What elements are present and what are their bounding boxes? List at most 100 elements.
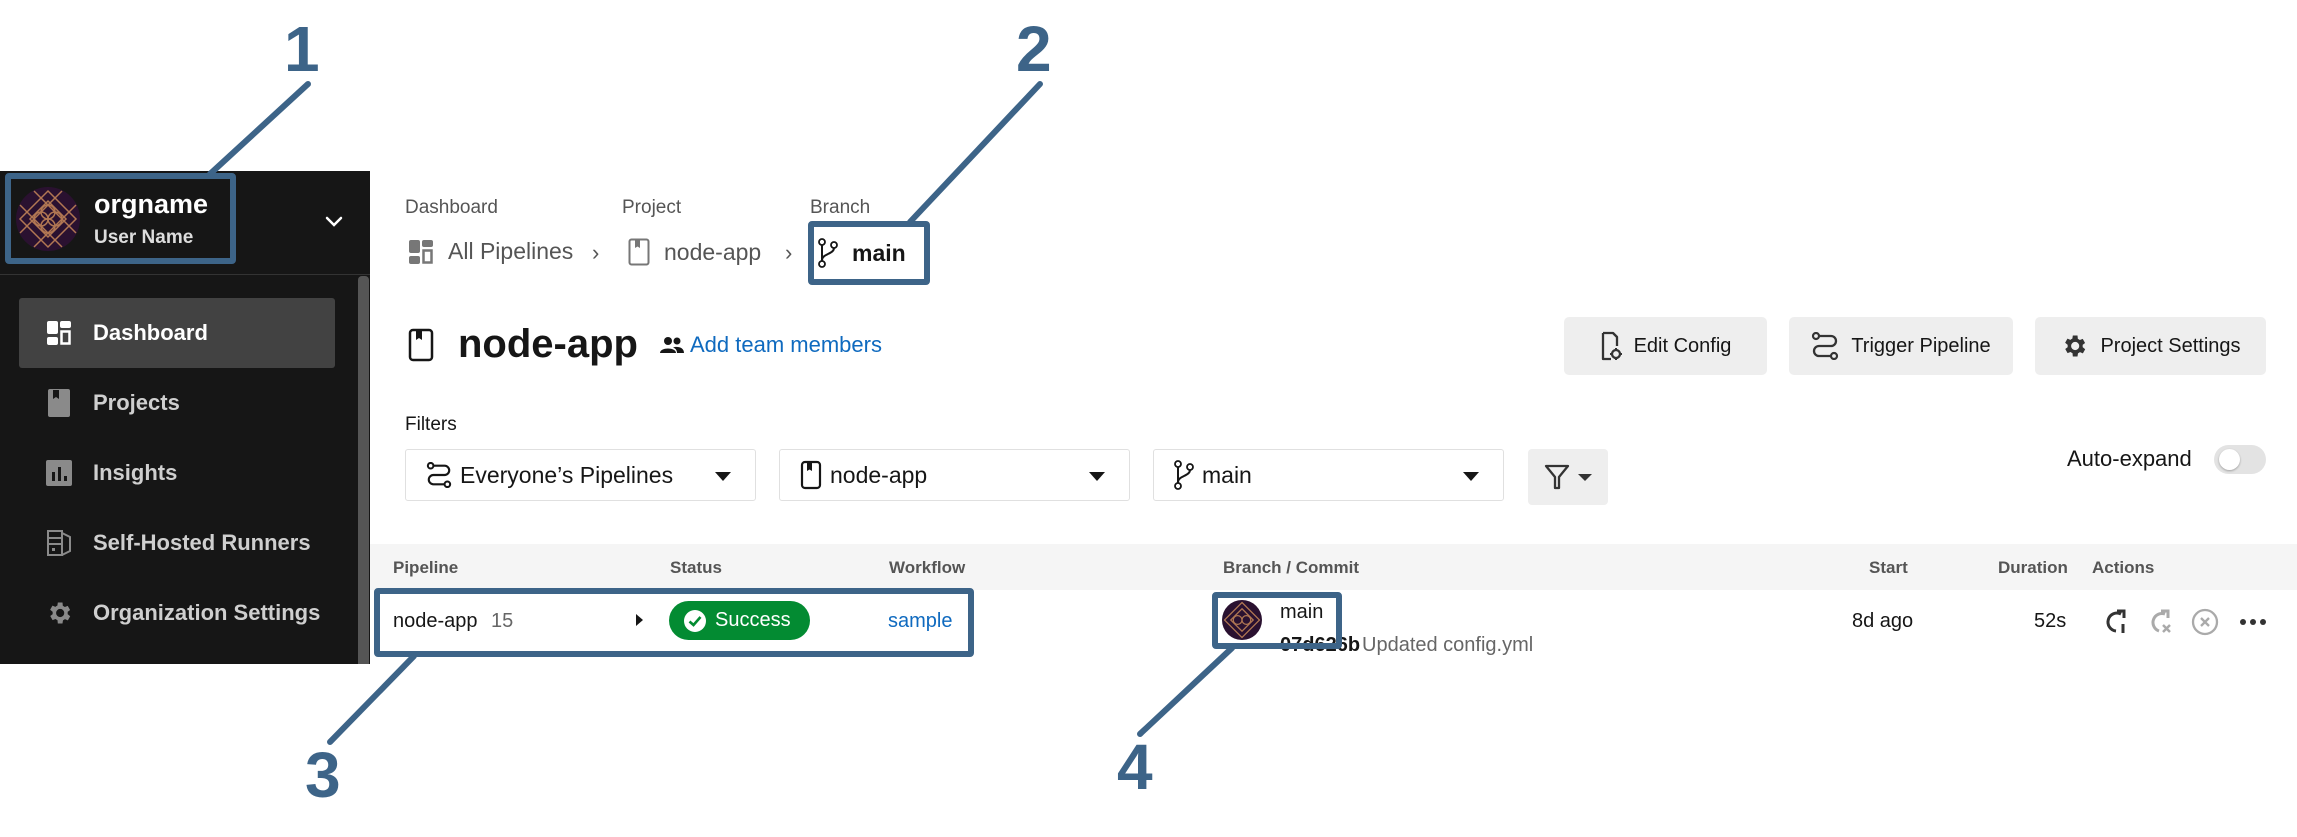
cancel-icon[interactable] xyxy=(2191,608,2219,636)
insights-icon xyxy=(45,459,73,487)
dashboard-icon xyxy=(45,319,73,347)
sidebar-nav: Dashboard Projects Insights Self-Hosted … xyxy=(19,298,335,648)
status-badge: Success xyxy=(669,601,810,640)
pipeline-icon xyxy=(426,462,452,488)
sidebar-item-label: Self-Hosted Runners xyxy=(93,530,311,555)
column-header-branch-commit: Branch / Commit xyxy=(1223,558,1360,577)
breadcrumb-label-branch: Branch xyxy=(810,197,871,218)
branch-name[interactable]: main xyxy=(1280,601,1323,624)
pipeline-name[interactable]: node-app xyxy=(393,610,478,633)
workflow-link[interactable]: sample xyxy=(888,610,952,633)
start-time: 8d ago xyxy=(1852,610,1914,632)
edit-config-button[interactable]: Edit Config xyxy=(1564,317,1767,375)
breadcrumb-all-pipelines[interactable]: All Pipelines xyxy=(408,238,573,265)
sidebar-item-label: Projects xyxy=(93,390,180,415)
add-team-members-label: Add team members xyxy=(689,331,882,357)
toggle-knob xyxy=(2219,449,2240,470)
annotation-number-4: 4 xyxy=(1117,731,1153,803)
rerun-icon[interactable] xyxy=(2102,608,2130,636)
annotation-number-1: 1 xyxy=(284,13,320,85)
trigger-pipeline-button[interactable]: Trigger Pipeline xyxy=(1789,317,2013,375)
column-header-pipeline: Pipeline xyxy=(393,558,459,577)
sidebar-item-organization-settings[interactable]: Organization Settings xyxy=(19,578,335,648)
add-team-members-link[interactable]: Add team members xyxy=(659,331,882,358)
filters-label: Filters xyxy=(405,414,457,435)
breadcrumb-text: All Pipelines xyxy=(448,238,574,264)
edit-config-icon xyxy=(1601,331,1622,361)
sidebar-scrollbar[interactable] xyxy=(358,276,369,664)
runners-icon xyxy=(45,529,73,557)
dashboard-icon xyxy=(409,239,433,264)
sidebar-item-dashboard[interactable]: Dashboard xyxy=(19,298,335,368)
trigger-pipeline-label: Trigger Pipeline xyxy=(1851,334,1991,357)
pipeline-icon xyxy=(1812,332,1839,360)
status-text: Success xyxy=(715,609,791,631)
chevron-right-icon: › xyxy=(592,240,600,265)
table-header: Pipeline Status Workflow Branch / Commit… xyxy=(370,544,2297,590)
check-circle-icon xyxy=(684,609,706,632)
leader-line-3 xyxy=(327,653,417,745)
project-select[interactable]: node-app xyxy=(779,449,1130,501)
sidebar-item-label: Insights xyxy=(93,460,178,485)
leader-line-4 xyxy=(1137,645,1235,737)
breadcrumb-text: node-app xyxy=(664,238,762,265)
column-header-duration: Duration xyxy=(1998,558,2068,577)
project-icon xyxy=(408,328,434,361)
select-value: main xyxy=(1202,461,1252,488)
pipeline-number: 15 xyxy=(491,610,514,632)
column-header-start: Start xyxy=(1869,558,1908,577)
gear-icon xyxy=(2065,335,2086,357)
commit-message: Updated config.yml xyxy=(1362,634,1534,656)
edit-config-label: Edit Config xyxy=(1633,334,1732,357)
column-header-workflow: Workflow xyxy=(889,558,966,577)
caret-down-icon xyxy=(1089,472,1105,481)
expand-arrow-icon[interactable] xyxy=(636,614,643,626)
committer-avatar xyxy=(1222,600,1262,640)
chevron-right-icon: › xyxy=(785,240,793,265)
breadcrumb-project[interactable]: node-app xyxy=(628,238,761,266)
page-header: node-app Add team members xyxy=(408,322,882,367)
project-settings-label: Project Settings xyxy=(2100,334,2241,357)
user-name: User Name xyxy=(94,227,194,248)
branch-select[interactable]: main xyxy=(1153,449,1504,501)
duration: 52s xyxy=(2034,610,2067,632)
chevron-down-icon[interactable] xyxy=(322,209,346,233)
breadcrumb-label-dashboard: Dashboard xyxy=(405,197,498,218)
filter-menu-button[interactable] xyxy=(1528,449,1608,505)
breadcrumb-branch[interactable]: main xyxy=(818,238,906,268)
commit-hash[interactable]: 07d626b xyxy=(1280,634,1360,657)
breadcrumb-text: main xyxy=(852,239,906,266)
caret-down-icon xyxy=(1578,473,1592,481)
more-options-icon[interactable] xyxy=(2239,608,2267,636)
auto-expand-toggle[interactable] xyxy=(2214,445,2266,474)
sidebar-item-label: Dashboard xyxy=(93,320,208,345)
annotation-number-2: 2 xyxy=(1016,13,1052,85)
org-switcher[interactable]: orgname User Name xyxy=(0,171,370,275)
column-header-status: Status xyxy=(670,558,722,577)
select-value: node-app xyxy=(830,461,928,488)
auto-expand-label: Auto-expand xyxy=(2067,446,2192,471)
sidebar-item-projects[interactable]: Projects xyxy=(19,368,335,438)
sidebar-item-insights[interactable]: Insights xyxy=(19,438,335,508)
caret-down-icon xyxy=(1463,472,1479,481)
project-settings-button[interactable]: Project Settings xyxy=(2035,317,2266,375)
sidebar-item-self-hosted-runners[interactable]: Self-Hosted Runners xyxy=(19,508,335,578)
gear-icon xyxy=(45,599,73,627)
annotation-number-3: 3 xyxy=(305,739,341,811)
project-icon xyxy=(800,460,822,490)
org-avatar xyxy=(16,187,80,251)
projects-icon xyxy=(45,389,73,417)
rerun-failed-icon[interactable] xyxy=(2146,608,2174,636)
project-icon xyxy=(628,238,650,266)
filter-icon xyxy=(1544,464,1570,490)
branch-icon xyxy=(1174,460,1194,490)
branch-icon xyxy=(818,238,838,268)
leader-line-1 xyxy=(207,81,311,177)
people-icon xyxy=(659,336,684,353)
breadcrumb-label-project: Project xyxy=(622,197,682,218)
page-title: node-app xyxy=(458,322,638,366)
sidebar-item-label: Organization Settings xyxy=(93,600,321,625)
org-name: orgname xyxy=(94,189,209,219)
select-value: Everyone’s Pipelines xyxy=(460,461,674,488)
pipelines-owner-select[interactable]: Everyone’s Pipelines xyxy=(405,449,756,501)
